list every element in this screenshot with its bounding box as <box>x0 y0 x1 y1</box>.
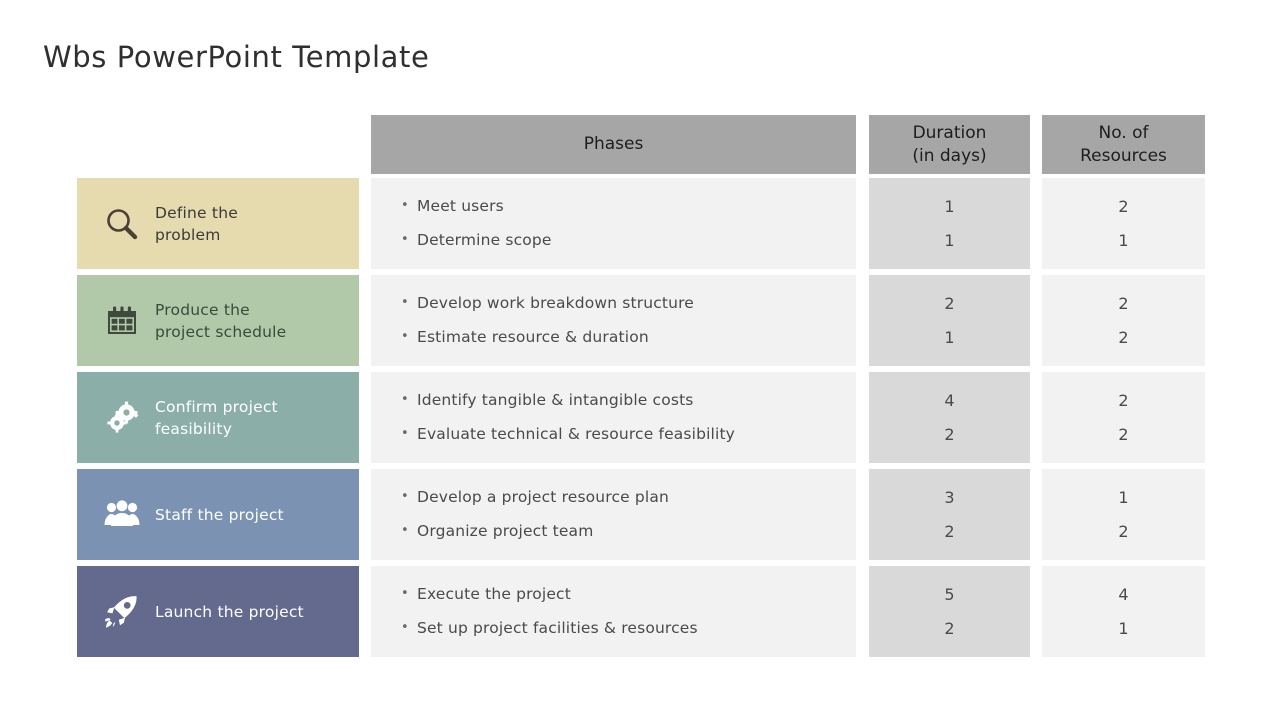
phase-bullet-item: • Develop a project resource plan <box>401 488 856 506</box>
table-row-duration-cell: 42 <box>869 372 1030 463</box>
step-label-line1: Launch the project <box>155 602 304 621</box>
resources-value: 4 <box>1118 584 1129 604</box>
bullet-icon: • <box>401 295 409 310</box>
step-label-line1: Confirm project <box>155 397 278 416</box>
table-row-resources-cell: 22 <box>1042 275 1205 366</box>
phase-bullet-item: • Identify tangible & intangible costs <box>401 391 856 409</box>
resources-value: 1 <box>1118 230 1129 250</box>
bullet-icon: • <box>401 392 409 407</box>
phase-bullet-text: Estimate resource & duration <box>417 327 649 346</box>
magnifier-icon <box>99 201 145 247</box>
step-card-confirm-project-feasibility[interactable]: Confirm project feasibility <box>77 372 359 463</box>
step-label-line1: Define the <box>155 203 238 222</box>
gears-icon <box>99 395 145 441</box>
step-label-line2: feasibility <box>155 419 233 438</box>
step-card-label: Define the problem <box>155 202 238 246</box>
table-row-resources-cell: 12 <box>1042 469 1205 560</box>
column-header-duration: Duration (in days) <box>869 115 1030 174</box>
phase-bullet-text: Develop a project resource plan <box>417 488 669 506</box>
bullet-icon: • <box>401 425 409 441</box>
phase-bullet-item: • Set up project facilities & resources <box>401 618 856 637</box>
bullet-icon: • <box>401 198 409 213</box>
phase-bullet-text: Develop work breakdown structure <box>417 294 694 312</box>
step-card-label: Staff the project <box>155 504 284 526</box>
resources-value: 2 <box>1118 196 1129 216</box>
table-row-phases-cell: • Develop a project resource plan • Organiz… <box>371 469 856 560</box>
table-row-phases-cell: • Execute the project • Set up project faci… <box>371 566 856 657</box>
step-card-produce-the-project-schedule[interactable]: Produce the project schedule <box>77 275 359 366</box>
phase-bullet-item: • Determine scope <box>401 230 856 249</box>
column-header-duration-line1: Duration <box>912 123 987 144</box>
table-row-resources-cell: 21 <box>1042 178 1205 269</box>
duration-value: 2 <box>944 293 955 313</box>
bullet-icon: • <box>401 619 409 635</box>
duration-value: 2 <box>944 521 955 541</box>
table-row-duration-cell: 52 <box>869 566 1030 657</box>
step-label-line2: problem <box>155 225 221 244</box>
table-row-phases-cell: • Meet users • Determine scope <box>371 178 856 269</box>
column-header-resources-line1: No. of <box>1098 123 1149 144</box>
table-row-phases-cell: • Develop work breakdown structure • Estima… <box>371 275 856 366</box>
step-card-label: Produce the project schedule <box>155 299 286 343</box>
phase-bullet-text: Identify tangible & intangible costs <box>417 391 694 409</box>
phase-bullet-item: • Evaluate technical & resource feasibili… <box>401 424 856 443</box>
column-header-duration-line2: (in days) <box>912 145 987 166</box>
phase-bullet-text: Evaluate technical & resource feasibilit… <box>417 424 735 443</box>
bullet-icon: • <box>401 522 409 538</box>
rocket-icon <box>99 589 145 635</box>
step-card-staff-the-project[interactable]: Staff the project <box>77 469 359 560</box>
resources-value: 1 <box>1118 487 1129 507</box>
step-card-launch-the-project[interactable]: Launch the project <box>77 566 359 657</box>
table-row-duration-cell: 32 <box>869 469 1030 560</box>
resources-value: 2 <box>1118 293 1129 313</box>
resources-value: 1 <box>1118 618 1129 638</box>
step-label-line1: Staff the project <box>155 505 284 524</box>
phase-bullet-text: Set up project facilities & resources <box>417 618 698 637</box>
phase-bullet-item: • Organize project team <box>401 521 856 540</box>
phase-bullet-text: Determine scope <box>417 230 552 249</box>
column-header-resources-line2: Resources <box>1080 145 1167 166</box>
duration-value: 5 <box>944 584 955 604</box>
resources-value: 2 <box>1118 327 1129 347</box>
bullet-icon: • <box>401 586 409 601</box>
duration-value: 1 <box>944 196 955 216</box>
step-cards-column: Define the problem Produce the project s… <box>77 178 359 657</box>
duration-value: 2 <box>944 618 955 638</box>
bullet-icon: • <box>401 489 409 504</box>
step-card-label: Confirm project feasibility <box>155 396 278 440</box>
wbs-table: Phases Duration (in days) No. of Resourc… <box>0 0 1280 720</box>
calendar-icon <box>99 298 145 344</box>
phase-bullet-item: • Develop work breakdown structure <box>401 294 856 312</box>
bullet-icon: • <box>401 231 409 247</box>
phase-bullet-text: Meet users <box>417 197 504 215</box>
resources-value: 2 <box>1118 521 1129 541</box>
phase-bullet-item: • Meet users <box>401 197 856 215</box>
phase-bullet-item: • Execute the project <box>401 585 856 603</box>
step-label-line1: Produce the <box>155 300 250 319</box>
table-row-resources-cell: 22 <box>1042 372 1205 463</box>
step-label-line2: project schedule <box>155 322 287 341</box>
column-header-phases-label: Phases <box>583 134 644 155</box>
duration-value: 4 <box>944 390 955 410</box>
resources-value: 2 <box>1118 424 1129 444</box>
table-row-phases-cell: • Identify tangible & intangible costs • Ev… <box>371 372 856 463</box>
column-header-resources: No. of Resources <box>1042 115 1205 174</box>
phase-bullet-text: Organize project team <box>417 521 594 540</box>
phase-bullet-text: Execute the project <box>417 585 571 603</box>
phase-bullet-item: • Estimate resource & duration <box>401 327 856 346</box>
table-row-duration-cell: 21 <box>869 275 1030 366</box>
people-icon <box>99 492 145 538</box>
column-header-phases: Phases <box>371 115 856 174</box>
duration-value: 2 <box>944 424 955 444</box>
bullet-icon: • <box>401 328 409 344</box>
duration-value: 3 <box>944 487 955 507</box>
duration-value: 1 <box>944 327 955 347</box>
step-card-label: Launch the project <box>155 601 304 623</box>
table-row-duration-cell: 11 <box>869 178 1030 269</box>
table-row-resources-cell: 41 <box>1042 566 1205 657</box>
step-card-define-the-problem[interactable]: Define the problem <box>77 178 359 269</box>
duration-value: 1 <box>944 230 955 250</box>
resources-value: 2 <box>1118 390 1129 410</box>
